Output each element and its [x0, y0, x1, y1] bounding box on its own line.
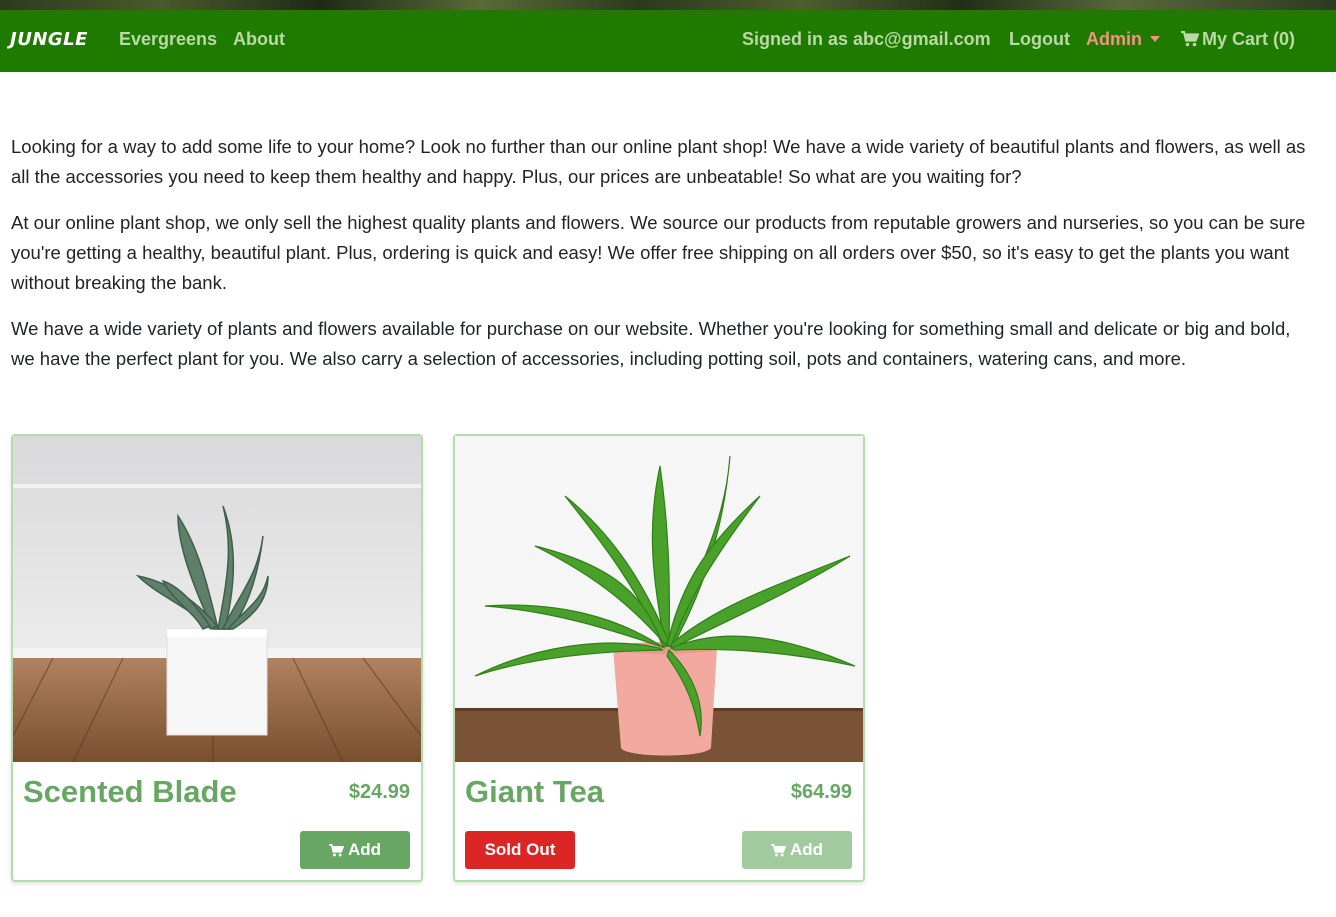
intro-paragraph: At our online plant shop, we only sell t… — [11, 212, 1306, 293]
product-image[interactable] — [455, 436, 863, 762]
shopping-cart-icon — [771, 843, 786, 856]
signed-in-status: Signed in as abc@gmail.com — [742, 29, 991, 49]
admin-dropdown[interactable]: Admin — [1086, 29, 1160, 50]
brand-logo[interactable]: JUNGLE — [10, 29, 88, 50]
cart-link[interactable]: My Cart (0) — [1181, 29, 1295, 52]
nav-link-about[interactable]: About — [233, 29, 285, 50]
product-card: Giant Tea $64.99 Sold Out Add — [453, 434, 865, 882]
product-price: $64.99 — [790, 781, 852, 803]
intro-paragraph: Looking for a way to add some life to yo… — [11, 136, 1306, 187]
product-card: Scented Blade $24.99 Add — [11, 434, 423, 882]
add-label: Add — [347, 840, 382, 859]
logout-link[interactable]: Logout — [1009, 29, 1070, 50]
caret-down-icon — [1150, 36, 1160, 42]
product-image[interactable] — [13, 436, 421, 762]
product-price: $24.99 — [348, 781, 410, 803]
nav-link-evergreens[interactable]: Evergreens — [119, 29, 217, 50]
sold-out-badge: Sold Out — [465, 831, 575, 869]
add-to-cart-button[interactable]: Add — [742, 831, 852, 869]
admin-label: Admin — [1086, 29, 1142, 49]
intro-section: Looking for a way to add some life to yo… — [11, 132, 1311, 390]
shopping-cart-icon — [329, 843, 344, 856]
product-name: Scented Blade — [23, 774, 237, 809]
add-to-cart-button[interactable]: Add — [300, 831, 410, 869]
header-banner-image — [0, 0, 1336, 10]
shopping-cart-icon — [1181, 30, 1200, 52]
navbar: JUNGLE Evergreens About Signed in as abc… — [0, 10, 1336, 72]
cart-label: My Cart (0) — [1202, 29, 1296, 49]
add-label: Add — [789, 840, 824, 859]
product-name: Giant Tea — [465, 774, 604, 809]
intro-paragraph: We have a wide variety of plants and flo… — [11, 318, 1291, 369]
succulent-in-white-pot-icon — [13, 436, 421, 762]
fern-in-pink-pot-icon — [455, 436, 863, 762]
